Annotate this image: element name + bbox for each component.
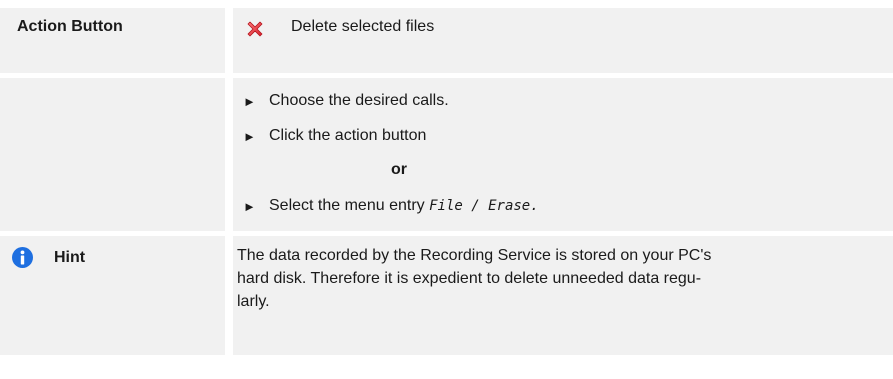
menu-entry: File / Erase <box>429 198 531 214</box>
action-button-row: Action Button Delete selected files <box>0 0 893 73</box>
delete-x-icon <box>247 21 263 37</box>
steps-row: ► Choose the desired calls. ► Click the … <box>0 78 893 231</box>
steps-cell: ► Choose the desired calls. ► Click the … <box>233 78 893 231</box>
hint-label-cell: Hint <box>0 236 225 355</box>
step-prefix: Select the menu entry <box>269 197 430 214</box>
step-text: Choose the desired calls. <box>269 92 449 109</box>
step-item: ► Choose the desired calls. <box>243 91 893 111</box>
arrow-icon: ► <box>243 198 256 214</box>
steps-list: ► Choose the desired calls. ► Click the … <box>233 78 893 216</box>
hint-label: Hint <box>54 249 86 266</box>
hint-line: larly. <box>237 293 270 310</box>
action-button-cell: Delete selected files <box>233 8 893 73</box>
hint-text: The data recorded by the Recording Servi… <box>233 236 893 355</box>
step-suffix: . <box>530 198 539 214</box>
document: Action Button Delete selected files ► Ch… <box>0 0 893 355</box>
step-text: Click the action button <box>269 127 427 144</box>
hint-line: The data recorded by the Recording Servi… <box>237 247 712 264</box>
step-item: ► Select the menu entry File / Erase. <box>243 196 893 216</box>
step-text: Select the menu entry File / Erase. <box>269 197 539 215</box>
arrow-icon: ► <box>243 93 256 109</box>
info-icon <box>12 247 33 268</box>
arrow-icon: ► <box>243 128 256 144</box>
hint-row: Hint The data recorded by the Recording … <box>0 236 893 355</box>
hint-line: hard disk. Therefore it is expedient to … <box>237 270 702 287</box>
or-label: or <box>391 161 407 178</box>
action-button-label: Action Button <box>0 8 225 73</box>
action-button-description: Delete selected files <box>291 18 435 35</box>
step-item: ► Click the action button <box>243 126 893 146</box>
steps-label-cell <box>0 78 225 231</box>
